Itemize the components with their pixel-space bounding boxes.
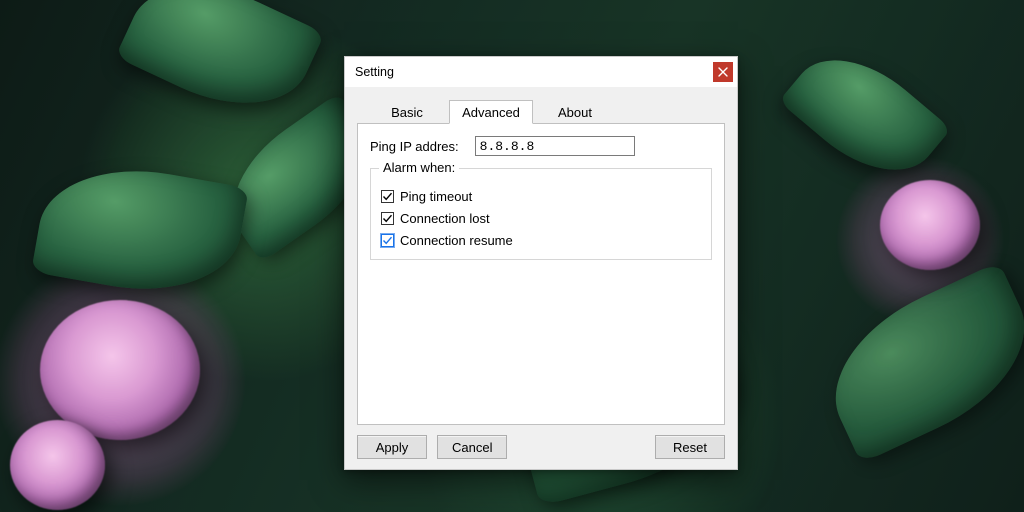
bg-leaf [779, 32, 952, 197]
alarm-legend: Alarm when: [379, 160, 459, 175]
bg-leaf [115, 0, 325, 133]
cancel-button[interactable]: Cancel [437, 435, 507, 459]
checkbox-label: Ping timeout [400, 189, 472, 204]
button-bar-spacer [517, 435, 645, 459]
button-bar: Apply Cancel Reset [357, 425, 725, 459]
ping-ip-label: Ping IP addres: [370, 139, 459, 154]
tab-about[interactable]: About [533, 101, 617, 123]
panel-filler [370, 270, 712, 412]
apply-button[interactable]: Apply [357, 435, 427, 459]
dialog-body: Basic Advanced About Ping IP addres: Ala… [345, 87, 737, 469]
ping-ip-input[interactable] [475, 136, 635, 156]
checkbox-label: Connection lost [400, 211, 490, 226]
close-button[interactable] [713, 62, 733, 82]
ping-ip-row: Ping IP addres: [370, 136, 712, 156]
settings-dialog: Setting Basic Advanced About Ping IP add… [344, 56, 738, 470]
checkbox-connection-resume[interactable]: Connection resume [381, 229, 701, 251]
checkbox-icon [381, 190, 394, 203]
checkbox-icon [381, 234, 394, 247]
checkbox-icon [381, 212, 394, 225]
window-title: Setting [355, 65, 713, 79]
tabstrip: Basic Advanced About [357, 99, 725, 123]
alarm-groupbox: Alarm when: Ping timeout Connection lost [370, 168, 712, 260]
tab-basic[interactable]: Basic [365, 101, 449, 123]
titlebar[interactable]: Setting [345, 57, 737, 87]
bg-leaf [808, 261, 1024, 463]
bg-flower [40, 300, 200, 440]
bg-flower [880, 180, 980, 270]
tabpanel-advanced: Ping IP addres: Alarm when: Ping timeout… [357, 123, 725, 425]
checkbox-label: Connection resume [400, 233, 513, 248]
checkbox-ping-timeout[interactable]: Ping timeout [381, 185, 701, 207]
bg-leaf [31, 154, 249, 307]
close-icon [718, 67, 728, 77]
bg-flower [10, 420, 105, 510]
checkbox-connection-lost[interactable]: Connection lost [381, 207, 701, 229]
reset-button[interactable]: Reset [655, 435, 725, 459]
tab-advanced[interactable]: Advanced [449, 100, 533, 124]
